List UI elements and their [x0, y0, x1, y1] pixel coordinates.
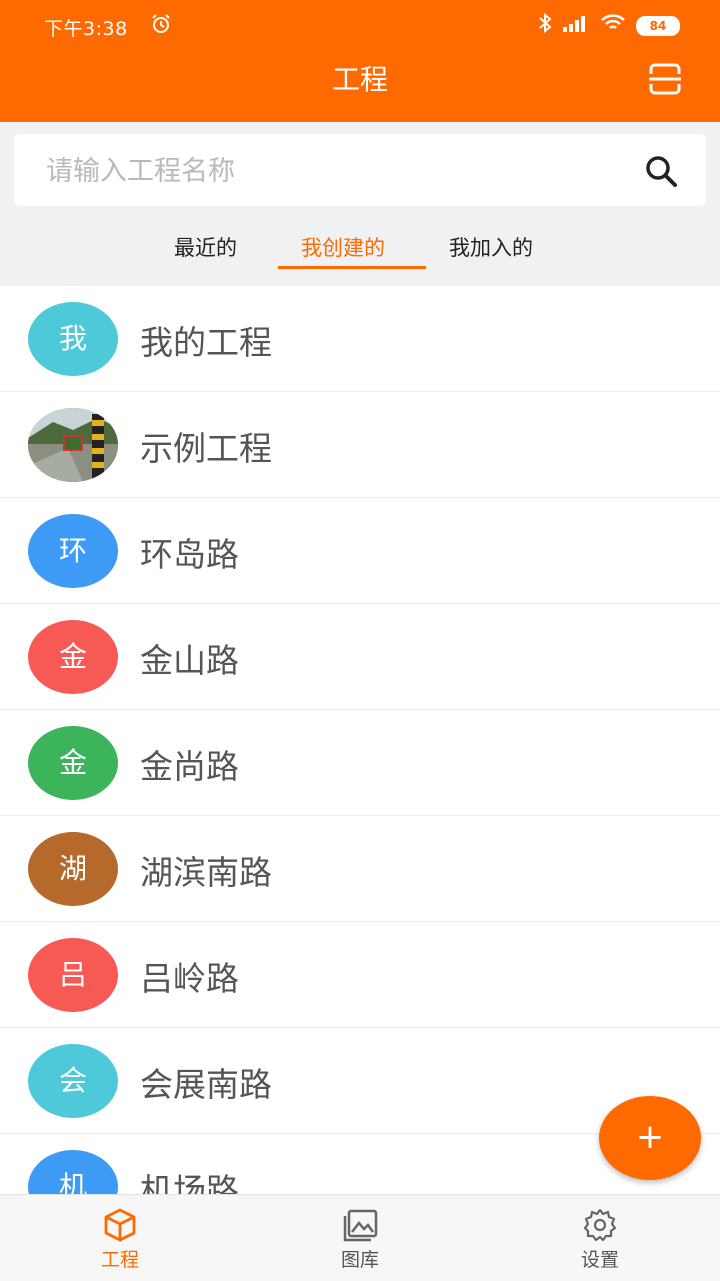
project-name: 机场路: [140, 1171, 239, 1194]
tab-recent[interactable]: 最近的: [174, 232, 237, 262]
cube-icon: [104, 1208, 136, 1242]
avatar: 吕: [28, 938, 118, 1012]
active-tab-indicator: [278, 266, 426, 269]
nav-item-gallery[interactable]: 图库: [240, 1195, 480, 1281]
avatar: 金: [28, 726, 118, 800]
alarm-icon: [150, 13, 172, 40]
avatar: 会: [28, 1044, 118, 1118]
project-item[interactable]: 湖 湖滨南路: [0, 816, 720, 922]
nav-item-project[interactable]: 工程: [0, 1195, 240, 1281]
battery-indicator: 84: [636, 15, 680, 36]
avatar: 我: [28, 302, 118, 376]
nav-label: 工程: [100, 1249, 139, 1271]
status-time: 下午3:38: [44, 18, 128, 40]
gear-icon: [583, 1208, 617, 1242]
project-name: 示例工程: [140, 429, 272, 468]
bottom-nav: 工程 图库 设置: [0, 1194, 720, 1281]
nav-label: 图库: [340, 1249, 379, 1271]
add-project-button[interactable]: +: [599, 1096, 701, 1180]
project-item[interactable]: 金 金山路: [0, 604, 720, 710]
tab-joined[interactable]: 我加入的: [449, 232, 533, 262]
wifi-icon: [600, 13, 626, 38]
project-name: 环岛路: [140, 535, 239, 574]
nav-item-settings[interactable]: 设置: [480, 1195, 720, 1281]
page-title: 工程: [331, 63, 388, 96]
project-item[interactable]: 环 环岛路: [0, 498, 720, 604]
gallery-icon: [343, 1209, 378, 1242]
tab-created[interactable]: 我创建的: [301, 232, 385, 262]
search-icon[interactable]: [644, 154, 678, 188]
project-name: 吕岭路: [140, 959, 239, 998]
search-bar: [14, 134, 706, 208]
app-header: 下午3:38 84 工程: [0, 0, 720, 122]
project-item[interactable]: 我 我的工程: [0, 286, 720, 392]
project-name: 我的工程: [140, 323, 272, 362]
project-name: 金山路: [140, 641, 239, 680]
project-item[interactable]: 吕 吕岭路: [0, 922, 720, 1028]
bluetooth-icon: [538, 12, 552, 39]
filter-tabs: 最近的 我创建的 我加入的: [0, 220, 720, 282]
avatar: 金: [28, 620, 118, 694]
signal-icon: [562, 13, 590, 38]
project-name: 湖滨南路: [140, 853, 272, 892]
avatar: 环: [28, 514, 118, 588]
search-input[interactable]: [44, 134, 628, 208]
project-name: 会展南路: [140, 1065, 272, 1104]
project-name: 金尚路: [140, 747, 239, 786]
project-list: 我 我的工程 示例工程 环 环岛路 金 金山路 金 金尚路 湖 湖滨南路 吕 吕…: [0, 286, 720, 1194]
project-item[interactable]: 金 金尚路: [0, 710, 720, 816]
status-bar: 下午3:38 84: [0, 0, 720, 52]
status-right: 84: [538, 12, 680, 39]
scan-icon: [649, 63, 681, 95]
project-item[interactable]: 示例工程: [0, 392, 720, 498]
avatar: 机: [28, 1150, 118, 1194]
scan-button[interactable]: [648, 62, 682, 96]
avatar-photo: [28, 408, 118, 482]
nav-label: 设置: [580, 1249, 619, 1271]
avatar: 湖: [28, 832, 118, 906]
